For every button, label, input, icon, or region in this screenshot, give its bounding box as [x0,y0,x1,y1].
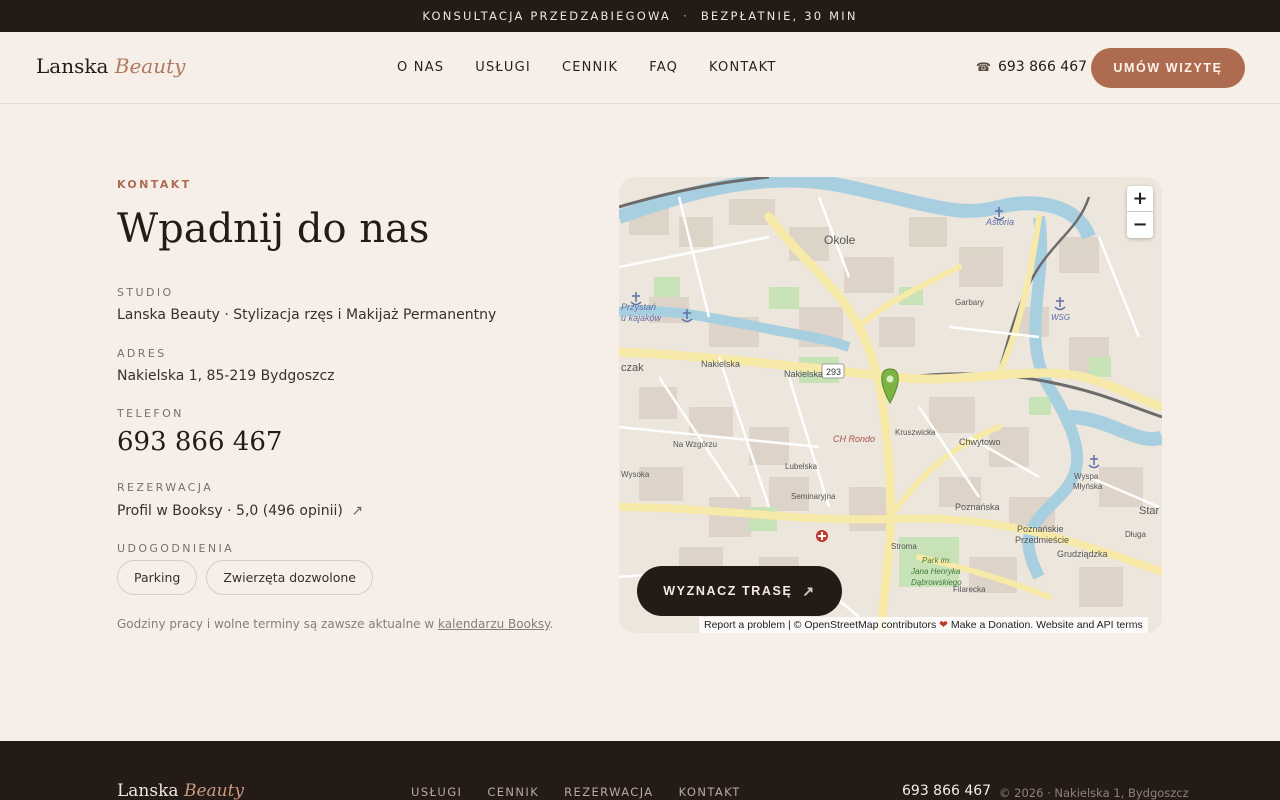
footer-nav-cennik[interactable]: CENNIK [487,785,539,799]
external-arrow-icon: ↗ [802,582,816,599]
zoom-out-button[interactable]: − [1127,212,1153,238]
studio-label: STUDIO [117,286,174,299]
amenity-chip-parking: Parking [117,560,198,595]
footer-nav-uslugi[interactable]: USŁUGI [411,785,462,799]
nav-kontakt[interactable]: KONTAKT [709,60,776,75]
booksy-profile-link[interactable]: Profil w Booksy · 5,0 (496 opinii) ↗ [117,503,363,519]
footer-phone-link[interactable]: 693 866 467 [902,783,991,799]
booksy-profile-text: Profil w Booksy · 5,0 (496 opinii) [117,503,343,519]
map-label-ch-rondo: CH Rondo [833,434,875,444]
footer-nav-kontakt[interactable]: KONTAKT [679,785,741,799]
map-label-na-wzgorzu: Na Wzgórzu [673,440,717,449]
nav-uslugi[interactable]: USŁUGI [475,60,531,75]
get-directions-button[interactable]: WYZNACZ TRASĘ ↗ [637,566,842,616]
map-label-wyspa: Wyspa [1074,472,1099,481]
map-label-grudziadzka: Grudziądzka [1057,549,1108,559]
announcement-right: BEZPŁATNIE, 30 MIN [700,9,858,23]
section-eyebrow: KONTAKT [117,178,192,191]
book-visit-button[interactable]: UMÓW WIZYTĘ [1091,48,1245,88]
phone-label: TELEFON [117,407,184,420]
map-label-park: Park im. [922,556,951,565]
logo-accent: Beauty [114,54,186,78]
map-label-czak: czak [621,362,644,374]
map-label-wsg: WSG [1051,313,1070,322]
heart-icon: ❤ [939,619,948,631]
map-label-przedmiescie: Przedmieście [1015,535,1069,545]
map-label-przystan: Przystań [621,302,656,312]
footer-logo-main: Lanska [117,781,179,800]
map-label-park-2: Jana Henryka [910,567,961,576]
footer-logo[interactable]: Lanska Beauty [117,781,244,800]
map-label-kruszwicka: Kruszwicka [895,428,936,437]
nav-cennik[interactable]: CENNIK [562,60,618,75]
footer-nav: USŁUGI CENNIK REZERWACJA KONTAKT [411,785,766,799]
note-end: . [549,617,554,631]
main-nav: O NAS USŁUGI CENNIK FAQ KONTAKT [397,60,807,75]
map-label-lubelska: Lubelska [785,462,818,471]
nav-o-nas[interactable]: O NAS [397,60,444,75]
get-directions-label: WYZNACZ TRASĘ [663,584,793,598]
map-canvas[interactable]: Okole Astoria Przystań u kajaków czak Na… [619,177,1162,633]
nav-faq[interactable]: FAQ [649,60,678,75]
attribution-text: Report a problem | © OpenStreetMap contr… [704,619,937,631]
external-link-icon: ↗ [351,503,364,519]
map-zoom-controls: + − [1127,186,1153,238]
map-label-road-293: 293 [826,367,841,377]
map-label-filarecka: Filarecka [953,585,986,594]
note-text: Godziny pracy i wolne terminy są zawsze … [117,617,435,631]
map-label-wysoka: Wysoka [621,470,650,479]
footer-copyright: © 2026 · Nakielska 1, Bydgoszcz [999,786,1189,800]
phone-icon: ☎ [976,60,991,74]
map-attribution[interactable]: Report a problem | © OpenStreetMap contr… [699,617,1148,633]
site-header: Lanska Beauty O NAS USŁUGI CENNIK FAQ KO… [0,32,1280,104]
announcement-bar: KONSULTACJA PRZEDZABIEGOWA · BEZPŁATNIE,… [0,0,1280,32]
amenity-chip-pets: Zwierzęta dozwolone [206,560,373,595]
booksy-calendar-link[interactable]: kalendarzu Booksy [438,617,550,631]
footer-nav-rezerwacja[interactable]: REZERWACJA [564,785,653,799]
header-phone-link[interactable]: ☎ 693 866 467 [976,59,1087,75]
map-label-astoria: Astoria [985,217,1014,227]
announcement-separator: · [682,9,689,23]
map-label-mlynska: Młyńska [1073,482,1103,491]
map-label-kajakow: u kajaków [621,313,662,323]
map-label-star: Star [1139,505,1160,517]
site-footer: Lanska Beauty USŁUGI CENNIK REZERWACJA K… [0,741,1280,800]
phone-number-link[interactable]: 693 866 467 [117,427,282,457]
attribution-donation: Make a Donation. Website and API terms [950,619,1143,631]
map-label-nakielska-2: Nakielska [784,369,823,379]
address-value: Nakielska 1, 85-219 Bydgoszcz [117,368,335,384]
map-label-stroma: Stroma [891,542,917,551]
address-label: ADRES [117,347,167,360]
logo-main: Lanska [36,54,109,78]
map-label-seminaryjna: Seminaryjna [791,492,836,501]
announcement-left: KONSULTACJA PRZEDZABIEGOWA [422,9,671,23]
map-label-poznanska: Poznańska [955,502,1000,512]
booking-label: REZERWACJA [117,481,214,494]
availability-note: Godziny pracy i wolne terminy są zawsze … [117,617,553,631]
map-label-poznanskie: Poznańskie [1017,524,1064,534]
map-label-okole: Okole [824,233,856,247]
location-map[interactable]: Okole Astoria Przystań u kajaków czak Na… [619,177,1162,633]
map-label-dluga: Długa [1125,530,1146,539]
amenities-label: UDOGODNIENIA [117,542,235,555]
amenities-list: Parking Zwierzęta dozwolone [117,560,373,595]
studio-value: Lanska Beauty · Stylizacja rzęs i Makija… [117,307,497,323]
page-title: Wpadnij do nas [117,206,430,252]
logo[interactable]: Lanska Beauty [36,54,185,78]
header-phone-number: 693 866 467 [997,59,1088,75]
footer-logo-accent: Beauty [183,781,245,800]
map-label-garbary: Garbary [955,298,984,307]
map-label-nakielska-1: Nakielska [701,359,740,369]
zoom-in-button[interactable]: + [1127,186,1153,212]
map-label-chwytowo: Chwytowo [959,437,1001,447]
booking-row: Profil w Booksy · 5,0 (496 opinii) ↗ [117,503,363,519]
